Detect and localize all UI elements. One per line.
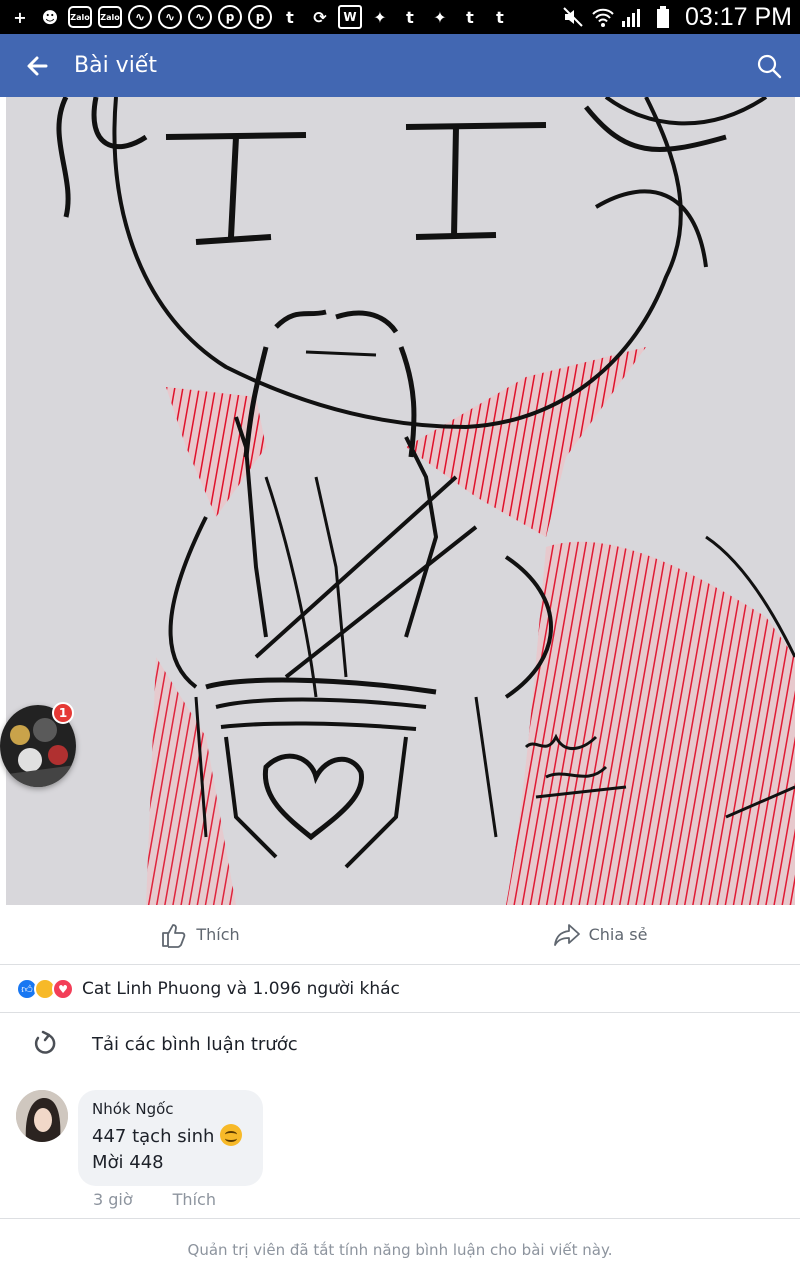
comment: Nhók Ngốc 447 tạch sinh Mời 448 3 giờ Th…	[0, 1088, 800, 1218]
chibi-drawing	[6, 97, 795, 905]
comments-disabled-notice: Quản trị viên đã tắt tính năng bình luận…	[0, 1218, 800, 1280]
tumblr-icon: t	[496, 7, 504, 27]
post-photo[interactable]	[6, 97, 795, 905]
chat-badge: 1	[52, 702, 74, 724]
like-label: Thích	[196, 925, 240, 944]
commenter-avatar[interactable]	[16, 1090, 68, 1142]
share-button[interactable]: Chia sẻ	[400, 921, 800, 949]
love-reaction-icon: ♥	[52, 978, 74, 1000]
system-icons: 03:17 PM	[561, 3, 792, 32]
comment-text: 447 tạch sinh	[92, 1124, 249, 1150]
search-icon	[757, 54, 782, 79]
refresh-icon	[12, 1029, 76, 1059]
tumblr-icon: t	[406, 7, 414, 27]
share-label: Chia sẻ	[588, 925, 648, 944]
messenger-icon: ∿	[188, 5, 212, 29]
comment-meta: 3 giờ Thích	[93, 1190, 216, 1209]
reaction-icons: 👍︎ ♥	[16, 978, 74, 1000]
zalo-icon: Zalo	[68, 6, 92, 28]
comment-like-button[interactable]: Thích	[173, 1190, 216, 1209]
messenger-icon: ∿	[158, 5, 182, 29]
pinterest-icon: p	[248, 5, 272, 29]
comment-time: 3 giờ	[93, 1190, 133, 1209]
app-bar: Bài viết	[0, 34, 800, 97]
twitter-icon: ✦	[433, 7, 447, 27]
search-button[interactable]	[754, 51, 784, 81]
mute-icon	[561, 5, 585, 29]
load-previous-comments[interactable]: Tải các bình luận trước	[0, 1014, 800, 1074]
comment-line-1: 447 tạch sinh	[92, 1126, 215, 1147]
wifi-icon	[591, 5, 615, 29]
plus-icon: +	[13, 7, 27, 27]
reactions-summary[interactable]: 👍︎ ♥ Cat Linh Phuong và 1.096 người khác	[0, 966, 800, 1013]
commenter-name[interactable]: Nhók Ngốc	[92, 1100, 249, 1118]
page-title: Bài viết	[74, 53, 157, 78]
post-actions: Thích Chia sẻ	[0, 905, 800, 965]
back-button[interactable]	[0, 34, 74, 97]
share-icon	[553, 923, 580, 946]
tumblr-icon: t	[466, 7, 474, 27]
smile-emoji-icon	[220, 1124, 243, 1146]
pinterest-icon: p	[218, 5, 242, 29]
thumbs-up-icon	[162, 923, 186, 948]
status-bar: + ☻ Zalo Zalo ∿ ∿ ∿ p p t ⟳ W ✦ t ✦ t t …	[0, 0, 800, 34]
tumblr-icon: t	[286, 7, 294, 27]
sync-icon: ⟳	[313, 7, 327, 27]
notification-icons: + ☻ Zalo Zalo ∿ ∿ ∿ p p t ⟳ W ✦ t ✦ t t	[8, 5, 512, 29]
messenger-icon: ∿	[128, 5, 152, 29]
battery-icon	[651, 5, 675, 29]
arrow-left-icon	[27, 56, 48, 75]
twitter-icon: ✦	[373, 7, 387, 27]
load-previous-label: Tải các bình luận trước	[92, 1033, 298, 1055]
reactions-text: Cat Linh Phuong và 1.096 người khác	[82, 979, 400, 999]
comment-bubble[interactable]: Nhók Ngốc 447 tạch sinh Mời 448	[78, 1090, 263, 1186]
status-time: 03:17 PM	[684, 2, 792, 31]
zalo-icon: Zalo	[98, 6, 122, 28]
user-icon: ☻	[41, 7, 59, 27]
like-button[interactable]: Thích	[0, 921, 400, 949]
comment-line-2: Mời 448	[92, 1152, 164, 1173]
wattpad-icon: W	[338, 5, 362, 29]
signal-icon	[621, 5, 645, 29]
